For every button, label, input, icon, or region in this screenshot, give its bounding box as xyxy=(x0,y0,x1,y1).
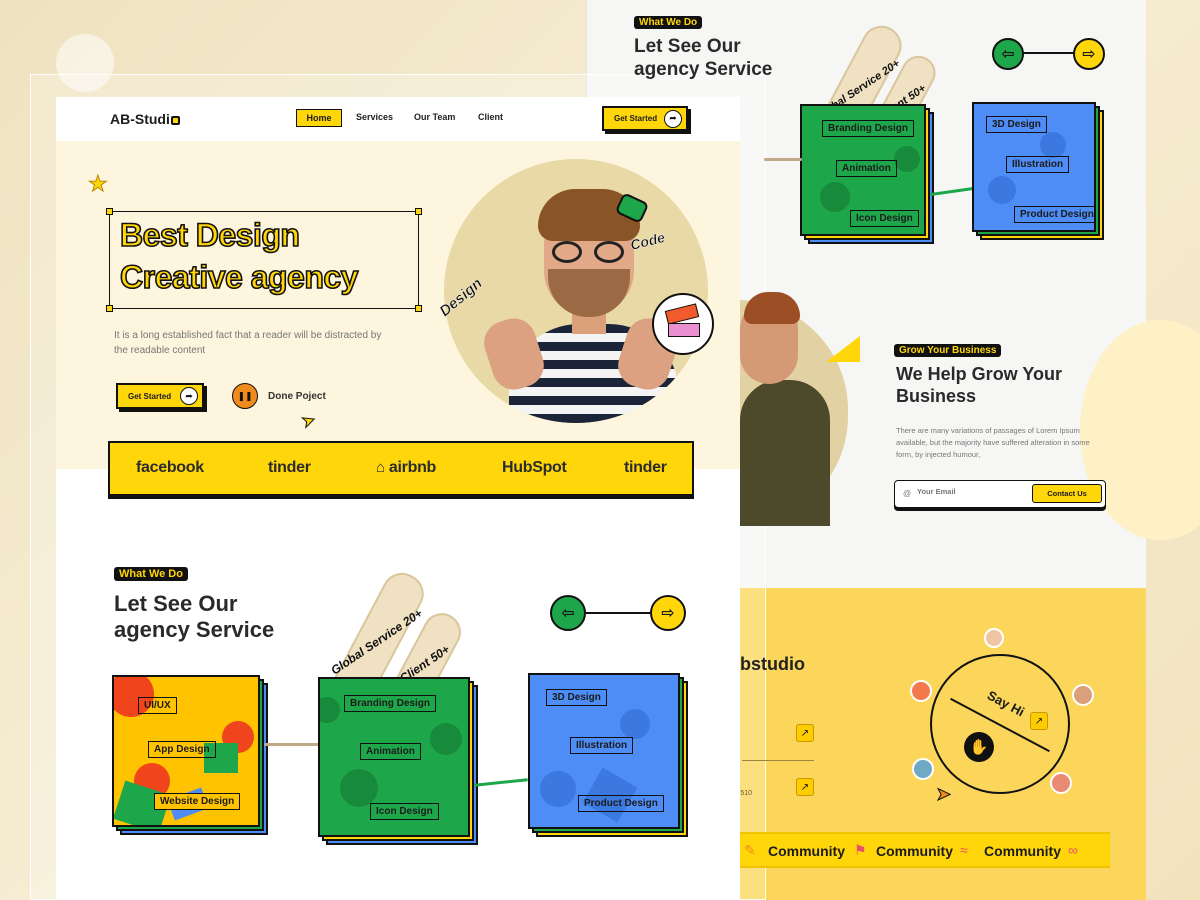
service-card-3d[interactable]: 3D Design Illustration Product Design xyxy=(528,673,680,829)
service-label: Animation xyxy=(360,743,421,760)
external-link-icon[interactable]: ↗ xyxy=(796,724,814,742)
waving-hand-icon: ✋ xyxy=(964,732,994,762)
external-link-icon[interactable]: ↗ xyxy=(1030,712,1048,730)
services-tag: What We Do xyxy=(114,564,188,582)
hero-photo xyxy=(444,159,708,423)
at-icon: @ xyxy=(903,489,912,498)
avatar xyxy=(1050,772,1072,794)
arrow-right-icon[interactable]: ⇨ xyxy=(650,595,686,631)
hero-title-line2: Creative agency xyxy=(119,258,359,296)
community-label: Community xyxy=(768,843,845,859)
email-input[interactable] xyxy=(917,487,1027,496)
back-service-card-blue[interactable]: 3D Design Illustration Product Design xyxy=(972,102,1096,232)
get-started-button[interactable]: Get Started ➦ xyxy=(602,106,688,131)
ribbon-icon: ⚑ xyxy=(854,842,867,858)
brand-airbnb: ⌂ airbnb xyxy=(376,459,437,476)
community-label: Community xyxy=(984,843,1061,859)
service-label: 3D Design xyxy=(546,689,607,706)
brand-tinder: tinder xyxy=(268,459,311,476)
service-card-branding[interactable]: Branding Design Animation Icon Design xyxy=(318,677,470,837)
nav-services[interactable]: Services xyxy=(356,112,393,122)
service-label: Illustration xyxy=(1006,156,1070,173)
service-label: Branding Design xyxy=(822,120,915,137)
layers-icon xyxy=(652,293,714,355)
service-card-ui-ux[interactable]: UI/UX App Design Website Design xyxy=(112,675,260,827)
link-icon: ∞ xyxy=(1068,842,1078,858)
back-footer-brand: bstudio xyxy=(740,654,805,674)
back-business-tag: Grow Your Business xyxy=(894,340,1002,358)
done-project-link[interactable]: Done Poject xyxy=(268,391,326,402)
star-icon: ★ xyxy=(88,171,109,197)
logo-mark-icon xyxy=(170,115,180,125)
arrow-left-icon[interactable]: ⇦ xyxy=(550,595,586,631)
community-marquee: ✎ Community ⚑ Community ≈ Community ∞ xyxy=(740,832,1110,868)
button-label: Get Started xyxy=(614,114,658,123)
arrow-icon: ➦ xyxy=(664,109,682,128)
service-label: Product Design xyxy=(1014,206,1094,223)
brand-facebook: facebook xyxy=(136,459,204,476)
hero-get-started-button[interactable]: Get Started ➦ xyxy=(116,383,204,409)
logo[interactable]: AB-Studi xyxy=(110,111,180,127)
back-business-title: We Help Grow Your Business xyxy=(896,364,1063,406)
service-label: Product Design xyxy=(578,795,664,812)
service-label: Animation xyxy=(836,160,897,177)
front-page: AB-Studi Home Services Our Team Client G… xyxy=(56,97,740,900)
service-label: 3D Design xyxy=(986,116,1047,133)
slider-track xyxy=(1020,52,1080,54)
arrow-right-icon[interactable]: ⇨ xyxy=(1073,38,1105,70)
avatar xyxy=(984,628,1004,648)
brand-tinder-2: tinder xyxy=(624,459,667,476)
avatar xyxy=(910,680,932,702)
service-label: Website Design xyxy=(154,793,241,810)
cursor-icon: ➤ xyxy=(935,784,952,805)
service-label: UI/UX xyxy=(138,697,177,714)
hero-title-line1: Best Design xyxy=(119,216,301,254)
navbar: AB-Studi Home Services Our Team Client G… xyxy=(56,97,740,141)
button-label: Get Started xyxy=(128,391,172,401)
services-title: Let See Our agency Service xyxy=(114,591,275,643)
contact-us-button[interactable]: Contact Us xyxy=(1032,484,1102,503)
hero-section: ★ Best Design Creative agency It is a lo… xyxy=(56,141,740,469)
service-label: Illustration xyxy=(570,737,634,754)
email-subscribe-box: @ Contact Us xyxy=(894,480,1106,508)
nav-our-team[interactable]: Our Team xyxy=(414,112,455,122)
service-label: Icon Design xyxy=(370,803,439,820)
community-label: Community xyxy=(876,843,953,859)
connector-line xyxy=(473,778,529,787)
divider xyxy=(742,760,814,761)
airbnb-icon: ⌂ xyxy=(376,459,385,476)
cursor-icon: ➤ xyxy=(299,411,319,433)
back-service-card-green[interactable]: Branding Design Animation Icon Design xyxy=(800,104,926,236)
pencil-icon: ✎ xyxy=(744,842,756,858)
nav-home[interactable]: Home xyxy=(296,109,342,127)
pause-icon[interactable]: ❚❚ xyxy=(232,383,258,409)
service-label: Icon Design xyxy=(850,210,919,227)
avatar xyxy=(1072,684,1094,706)
back-services-title: Let See Our agency Service xyxy=(634,36,773,80)
wave-icon: ≈ xyxy=(960,842,968,858)
avatar xyxy=(912,758,934,780)
person-hair xyxy=(744,292,800,324)
service-label: Branding Design xyxy=(344,695,437,712)
brand-logos-strip: facebook tinder ⌂ airbnb HubSpot tinder xyxy=(108,441,694,496)
phone-partial: -510 xyxy=(738,790,753,797)
arrow-left-icon[interactable]: ⇦ xyxy=(992,38,1024,70)
connector-line xyxy=(764,158,802,161)
arrow-icon: ➦ xyxy=(180,387,198,405)
hero-description: It is a long established fact that a rea… xyxy=(114,330,382,356)
back-business-desc: There are many variations of passages of… xyxy=(896,426,1090,459)
external-link-icon[interactable]: ↗ xyxy=(796,778,814,796)
person-photo xyxy=(740,380,830,526)
nav-client[interactable]: Client xyxy=(478,112,503,122)
connector-line xyxy=(264,743,320,746)
service-label: App Design xyxy=(148,741,216,758)
back-services-tag: What We Do xyxy=(634,12,703,30)
brand-hubspot: HubSpot xyxy=(502,459,567,476)
